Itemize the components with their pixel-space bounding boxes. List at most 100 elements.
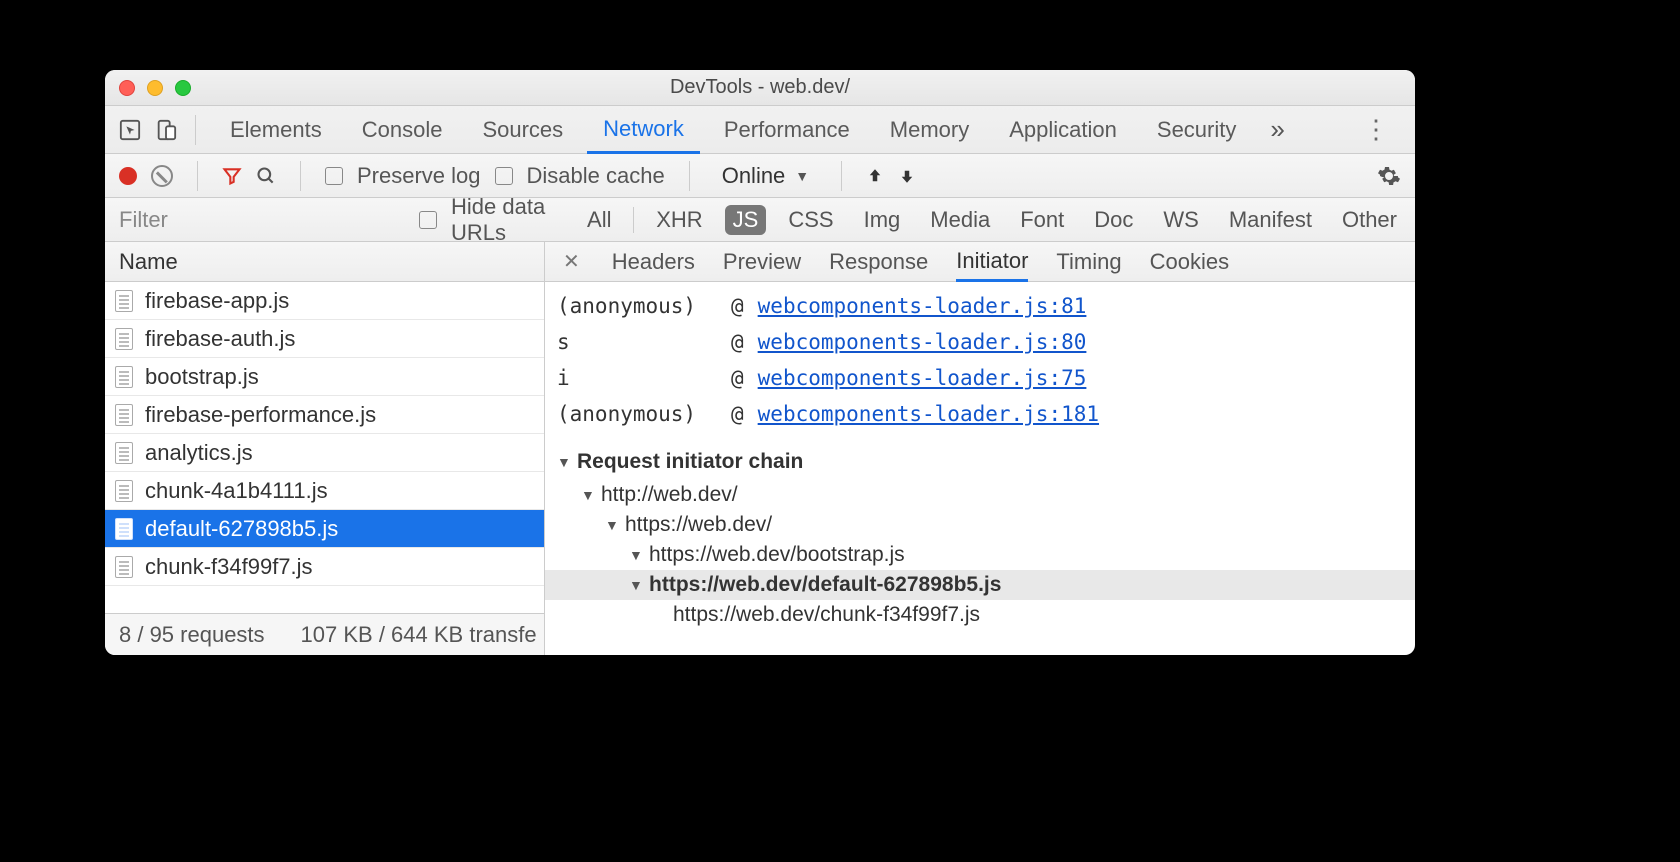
request-row[interactable]: chunk-4a1b4111.js bbox=[105, 472, 544, 510]
detail-tab-preview[interactable]: Preview bbox=[723, 242, 801, 281]
type-filter-media[interactable]: Media bbox=[922, 205, 998, 235]
inspect-icon[interactable] bbox=[119, 119, 141, 141]
settings-gear-icon[interactable] bbox=[1377, 164, 1401, 188]
request-row[interactable]: firebase-performance.js bbox=[105, 396, 544, 434]
detail-tab-headers[interactable]: Headers bbox=[612, 242, 695, 281]
disable-cache-checkbox[interactable] bbox=[495, 167, 513, 185]
chevron-down-icon: ▼ bbox=[795, 168, 809, 184]
type-filter-font[interactable]: Font bbox=[1012, 205, 1072, 235]
tab-memory[interactable]: Memory bbox=[874, 106, 985, 153]
detail-tab-cookies[interactable]: Cookies bbox=[1150, 242, 1229, 281]
chain-node-current[interactable]: ▼https://web.dev/default-627898b5.js bbox=[545, 570, 1415, 600]
preserve-log-checkbox[interactable] bbox=[325, 167, 343, 185]
tab-application[interactable]: Application bbox=[993, 106, 1133, 153]
callstack-source-link[interactable]: webcomponents-loader.js:181 bbox=[758, 396, 1099, 432]
tab-network[interactable]: Network bbox=[587, 107, 700, 154]
detail-tab-timing[interactable]: Timing bbox=[1056, 242, 1121, 281]
detail-tab-strip: ✕ Headers Preview Response Initiator Tim… bbox=[545, 242, 1415, 282]
disclosure-triangle-icon: ▼ bbox=[629, 570, 643, 600]
initiator-chain-header[interactable]: ▼ Request initiator chain bbox=[557, 450, 1403, 474]
chain-node[interactable]: https://web.dev/chunk-f34f99f7.js bbox=[557, 600, 1403, 630]
filter-bar: Hide data URLs All XHR JS CSS Img Media … bbox=[105, 198, 1415, 242]
record-button[interactable] bbox=[119, 167, 137, 185]
callstack-fn: i bbox=[557, 360, 717, 396]
callstack-fn: (anonymous) bbox=[557, 396, 717, 432]
callstack-source-link[interactable]: webcomponents-loader.js:75 bbox=[758, 360, 1087, 396]
type-filter-css[interactable]: CSS bbox=[780, 205, 841, 235]
type-filter-js[interactable]: JS bbox=[725, 205, 767, 235]
callstack-row: s @ webcomponents-loader.js:80 bbox=[557, 324, 1403, 360]
type-filter-all[interactable]: All bbox=[579, 205, 619, 235]
request-list-pane: Name firebase-app.js firebase-auth.js bo… bbox=[105, 242, 545, 655]
filter-input[interactable] bbox=[105, 198, 405, 241]
tabs-overflow-button[interactable]: » bbox=[1260, 114, 1294, 145]
type-filter-manifest[interactable]: Manifest bbox=[1221, 205, 1320, 235]
request-name: chunk-4a1b4111.js bbox=[145, 478, 328, 504]
request-list-footer: 8 / 95 requests 107 KB / 644 KB transfe bbox=[105, 613, 544, 655]
script-file-icon bbox=[115, 556, 133, 578]
script-file-icon bbox=[115, 328, 133, 350]
request-row[interactable]: chunk-f34f99f7.js bbox=[105, 548, 544, 586]
request-row[interactable]: firebase-auth.js bbox=[105, 320, 544, 358]
hide-data-urls-label: Hide data URLs bbox=[451, 194, 565, 246]
filter-toggle-icon[interactable] bbox=[222, 166, 242, 186]
separator bbox=[633, 207, 634, 233]
preserve-log-label: Preserve log bbox=[357, 163, 481, 189]
type-filter-ws[interactable]: WS bbox=[1155, 205, 1206, 235]
script-file-icon bbox=[115, 404, 133, 426]
disclosure-triangle-icon: ▼ bbox=[581, 480, 595, 510]
type-filter-other[interactable]: Other bbox=[1334, 205, 1405, 235]
download-har-icon[interactable] bbox=[898, 167, 916, 185]
throttling-dropdown[interactable]: Online ▼ bbox=[714, 163, 817, 189]
script-file-icon bbox=[115, 366, 133, 388]
device-toggle-icon[interactable] bbox=[155, 119, 177, 141]
tab-sources[interactable]: Sources bbox=[466, 106, 579, 153]
kebab-menu-icon[interactable]: ⋮ bbox=[1353, 114, 1401, 145]
chain-node[interactable]: ▼http://web.dev/ bbox=[557, 480, 1403, 510]
hide-data-urls-checkbox[interactable] bbox=[419, 211, 437, 229]
disclosure-triangle-icon: ▼ bbox=[629, 540, 643, 570]
tab-security[interactable]: Security bbox=[1141, 106, 1252, 153]
chain-url: https://web.dev/chunk-f34f99f7.js bbox=[673, 600, 980, 630]
window-title: DevTools - web.dev/ bbox=[105, 76, 1415, 99]
request-name: analytics.js bbox=[145, 440, 253, 466]
search-icon[interactable] bbox=[256, 166, 276, 186]
upload-har-icon[interactable] bbox=[866, 167, 884, 185]
callstack-source-link[interactable]: webcomponents-loader.js:81 bbox=[758, 288, 1087, 324]
panel-tab-strip: Elements Console Sources Network Perform… bbox=[105, 106, 1415, 154]
throttling-value: Online bbox=[722, 163, 786, 189]
chain-node[interactable]: ▼https://web.dev/ bbox=[557, 510, 1403, 540]
request-detail-pane: ✕ Headers Preview Response Initiator Tim… bbox=[545, 242, 1415, 655]
callstack-at: @ bbox=[731, 288, 744, 324]
tab-console[interactable]: Console bbox=[346, 106, 459, 153]
request-row[interactable]: default-627898b5.js bbox=[105, 510, 544, 548]
footer-request-count: 8 / 95 requests bbox=[119, 622, 265, 648]
callstack-at: @ bbox=[731, 360, 744, 396]
type-filter-img[interactable]: Img bbox=[856, 205, 909, 235]
clear-button[interactable] bbox=[151, 165, 173, 187]
request-list-header[interactable]: Name bbox=[105, 242, 544, 282]
request-row[interactable]: analytics.js bbox=[105, 434, 544, 472]
request-row[interactable]: firebase-app.js bbox=[105, 282, 544, 320]
callstack-fn: (anonymous) bbox=[557, 288, 717, 324]
type-filter-xhr[interactable]: XHR bbox=[648, 205, 710, 235]
section-title: Request initiator chain bbox=[577, 450, 803, 474]
chain-node[interactable]: ▼https://web.dev/bootstrap.js bbox=[557, 540, 1403, 570]
initiator-chain-tree: ▼http://web.dev/ ▼https://web.dev/ ▼http… bbox=[557, 480, 1403, 630]
request-name: firebase-app.js bbox=[145, 288, 289, 314]
request-row[interactable]: bootstrap.js bbox=[105, 358, 544, 396]
tab-elements[interactable]: Elements bbox=[214, 106, 338, 153]
tab-performance[interactable]: Performance bbox=[708, 106, 866, 153]
detail-tab-response[interactable]: Response bbox=[829, 242, 928, 281]
callstack-row: (anonymous) @ webcomponents-loader.js:18… bbox=[557, 396, 1403, 432]
close-detail-icon[interactable]: ✕ bbox=[563, 249, 580, 274]
chain-url: https://web.dev/ bbox=[625, 510, 772, 540]
titlebar: DevTools - web.dev/ bbox=[105, 70, 1415, 106]
chain-url: http://web.dev/ bbox=[601, 480, 738, 510]
spacer bbox=[653, 600, 667, 630]
disable-cache-label: Disable cache bbox=[527, 163, 665, 189]
callstack-at: @ bbox=[731, 324, 744, 360]
type-filter-doc[interactable]: Doc bbox=[1086, 205, 1141, 235]
callstack-source-link[interactable]: webcomponents-loader.js:80 bbox=[758, 324, 1087, 360]
detail-tab-initiator[interactable]: Initiator bbox=[956, 243, 1028, 282]
